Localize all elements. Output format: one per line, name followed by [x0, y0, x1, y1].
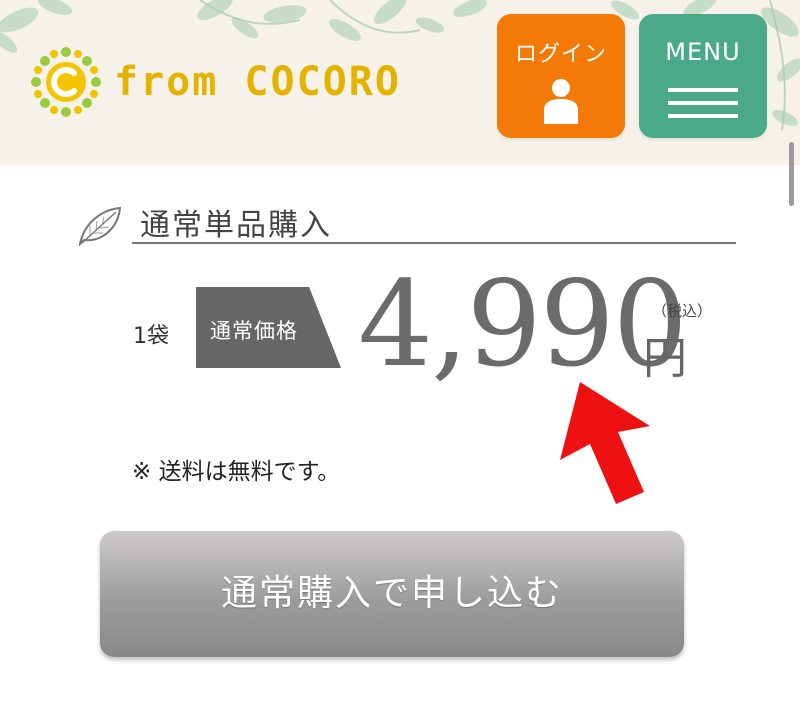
shipping-note: ※ 送料は無料です。 [132, 459, 341, 485]
price-tag: 通常価格 [196, 287, 341, 368]
login-label: ログイン [514, 42, 607, 67]
price-tag-label: 通常価格 [210, 319, 298, 343]
section-title: 通常単品購入 [140, 208, 332, 243]
section-heading: 通常単品購入 [78, 196, 736, 246]
hamburger-icon [668, 88, 738, 127]
site-header: from COCORO ログイン MENU [0, 0, 800, 165]
quantity-label: 1袋 [133, 324, 169, 349]
purchase-button[interactable]: 通常購入で申し込む [100, 531, 684, 657]
price-amount: 4,990 [358, 255, 688, 393]
menu-button[interactable]: MENU [639, 14, 767, 138]
login-button[interactable]: ログイン [497, 14, 625, 138]
logo-text: from COCORO [114, 59, 401, 105]
flower-logo-icon [31, 47, 101, 117]
red-arrow-icon [560, 382, 650, 504]
menu-label: MENU [665, 38, 741, 66]
site-logo[interactable]: from COCORO [30, 47, 401, 117]
user-icon [544, 79, 578, 124]
price-currency: 円 [643, 333, 687, 384]
leaf-icon [78, 206, 122, 246]
purchase-button-label: 通常購入で申し込む [220, 573, 563, 614]
section-divider [132, 242, 736, 244]
scrollbar[interactable] [789, 142, 794, 206]
tax-note: （税込） [652, 302, 713, 320]
